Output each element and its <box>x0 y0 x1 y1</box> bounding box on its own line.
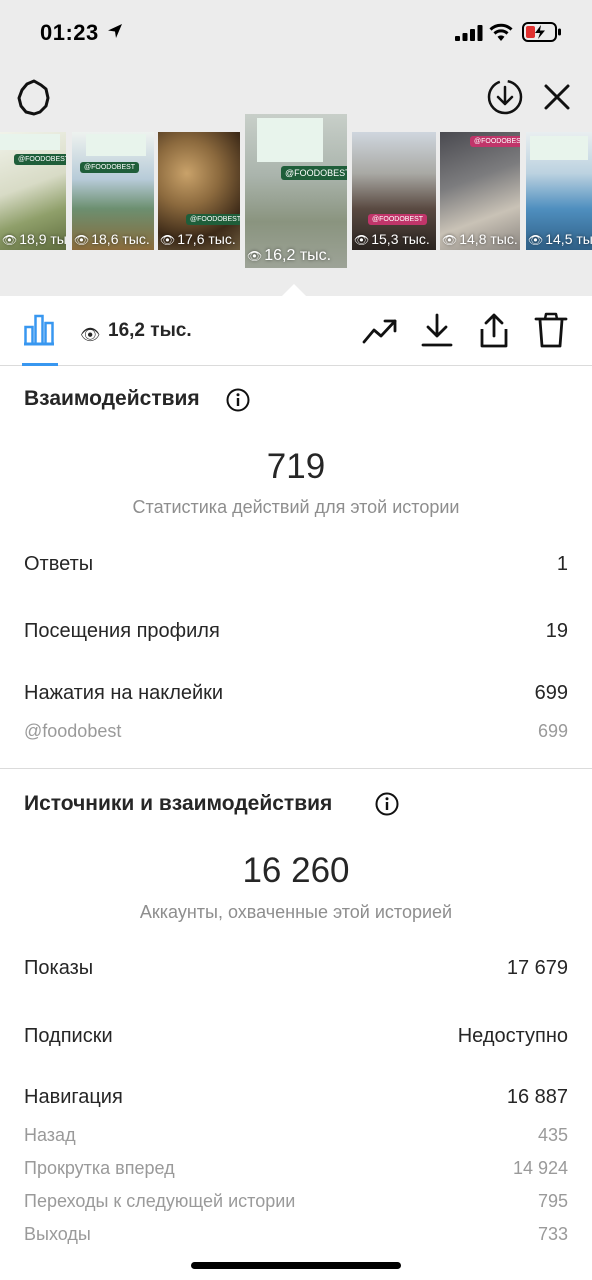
story-note <box>86 134 146 156</box>
story-views: 👁 15,3 тыс. <box>354 231 430 247</box>
battery-icon <box>522 22 561 42</box>
eye-icon: 👁 <box>80 327 101 344</box>
next-story-label: Переходы к следующей истории <box>24 1191 296 1211</box>
navigation-label: Навигация <box>24 1086 123 1108</box>
sticker-taps-label: Нажатия на наклейки <box>24 682 224 704</box>
story-thumbnail[interactable]: @FOODOBEST 👁 18,6 тыс. <box>72 132 154 250</box>
download-icon[interactable] <box>420 312 454 348</box>
section-divider <box>0 768 592 769</box>
status-bar: 01:23 <box>0 0 592 64</box>
back-label: Назад <box>24 1125 76 1145</box>
download-circle-button[interactable] <box>485 77 525 117</box>
story-thumbnail[interactable]: @FOODOBEST 👁 15,3 тыс. <box>352 132 436 250</box>
story-tag: @FOODOBEST <box>80 162 140 173</box>
story-tag: @FOODOBEST <box>470 136 520 147</box>
story-thumbnail[interactable]: @FOODOBEST 👁 17,6 тыс. <box>158 132 240 250</box>
exits-label: Выходы <box>24 1224 91 1244</box>
profile-visits-label: Посещения профиля <box>24 620 220 642</box>
story-thumbnail[interactable]: 👁14,5 тыс. <box>526 132 592 250</box>
cellular-signal-icon <box>455 25 483 41</box>
impressions-value: 17 679 <box>506 957 568 979</box>
replies-value: 1 <box>556 553 568 575</box>
info-icon[interactable] <box>226 388 250 412</box>
interactions-caption: Статистика действий для этой истории <box>132 497 460 517</box>
view-count: 16,2 тыс. <box>108 320 192 341</box>
location-arrow-icon <box>108 24 122 38</box>
story-thumbnails: @FOODOBEST 👁18,9 тыс. @FOODOBEST 👁18,6 т… <box>0 112 592 272</box>
story-tag: @FOODOBEST <box>281 166 347 180</box>
interactions-total: 719 <box>266 447 326 486</box>
story-views: 👁14,5 тыс. <box>528 231 592 247</box>
story-thumbnail-selected[interactable]: @FOODOBEST 👁 16,2 тыс. <box>245 114 347 268</box>
story-views: 👁18,9 тыс. <box>2 231 66 247</box>
story-views: 👁 14,8 тыс. <box>442 231 518 247</box>
exits-value: 733 <box>537 1224 568 1244</box>
back-value: 435 <box>537 1125 568 1145</box>
impressions-label: Показы <box>24 957 94 979</box>
reach-total: 16 260 <box>242 851 350 890</box>
active-tab-indicator <box>22 363 58 366</box>
follows-label: Подписки <box>24 1025 113 1047</box>
info-icon[interactable] <box>375 792 399 816</box>
story-note <box>0 134 60 150</box>
share-icon[interactable] <box>476 311 512 349</box>
profile-visits-value: 19 <box>545 620 568 642</box>
close-icon[interactable] <box>540 80 574 114</box>
navigation-value: 16 887 <box>506 1086 568 1108</box>
sticker-taps-value: 699 <box>534 682 568 704</box>
forward-value: 14 924 <box>512 1158 568 1178</box>
bar-chart-icon[interactable] <box>22 314 56 346</box>
home-indicator[interactable] <box>191 1262 401 1269</box>
story-tag: @FOODOBEST <box>186 214 240 225</box>
story-views: 👁 17,6 тыс. <box>160 231 236 247</box>
wifi-icon <box>489 23 513 41</box>
status-time: 01:23 <box>40 20 99 45</box>
discovery-title: Источники и взаимодействия <box>24 792 333 815</box>
trend-icon[interactable] <box>362 316 398 346</box>
trash-icon[interactable] <box>534 311 568 349</box>
replies-label: Ответы <box>24 553 94 575</box>
selected-story-pointer <box>282 284 306 296</box>
story-views: 👁 18,6 тыс. <box>74 231 150 247</box>
story-thumbnail[interactable]: @FOODOBEST 👁 14,8 тыс. <box>440 132 520 250</box>
sticker-mention-label[interactable]: @foodobest <box>24 721 121 742</box>
story-note <box>257 118 323 162</box>
interactions-title: Взаимодействия <box>24 387 200 410</box>
story-note <box>530 136 588 160</box>
story-tag: @FOODOBEST <box>368 214 428 225</box>
follows-value: Недоступно <box>457 1025 568 1047</box>
sticker-mention-value: 699 <box>537 721 568 741</box>
story-thumbnail[interactable]: @FOODOBEST 👁18,9 тыс. <box>0 132 66 250</box>
insights-toolbar: 👁 16,2 тыс. <box>0 296 592 366</box>
story-views: 👁 16,2 тыс. <box>247 247 332 264</box>
forward-label: Прокрутка вперед <box>24 1158 175 1178</box>
reach-caption: Аккаунты, охваченные этой историей <box>139 902 453 922</box>
next-story-value: 795 <box>537 1191 568 1211</box>
story-tag: @FOODOBEST <box>14 154 66 165</box>
